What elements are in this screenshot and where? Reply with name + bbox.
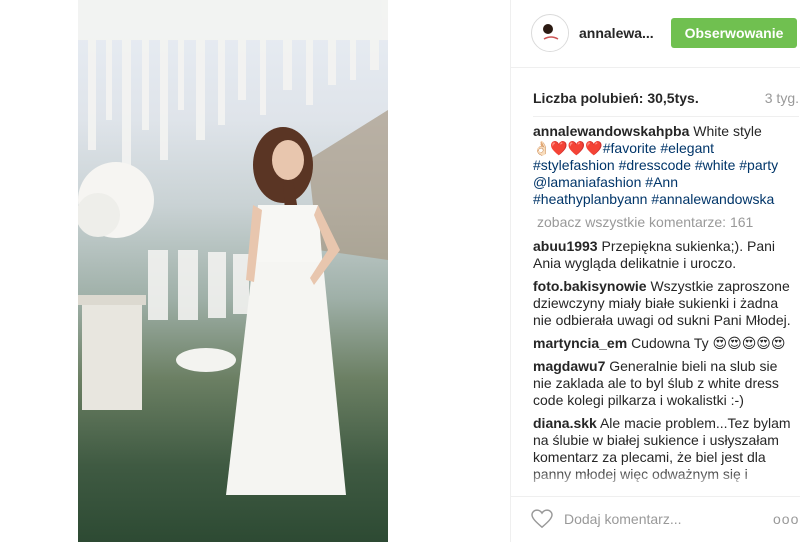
post-photo-illustration: [78, 0, 388, 495]
caption-emoji: 👌🏻❤️❤️❤️: [533, 140, 603, 156]
hashtag-link[interactable]: #favorite: [603, 140, 657, 156]
post-photo[interactable]: [78, 0, 388, 542]
heart-icon[interactable]: [531, 509, 553, 529]
see-all-comments-link[interactable]: zobacz wszystkie komentarze: 161: [537, 214, 793, 231]
comments-list: annalewandowskahpba White style 👌🏻❤️❤️❤️…: [533, 123, 793, 491]
post-username[interactable]: annalewa...: [579, 25, 654, 41]
comment-username[interactable]: magdawu7: [533, 358, 605, 374]
follow-button[interactable]: Obserwowanie: [671, 18, 797, 48]
likes-count[interactable]: 30,5tys.: [647, 90, 698, 106]
post-photo-pane: [0, 0, 510, 542]
comment-item: martyncia_em Cudowna Ty 😍😍😍😍😍: [533, 335, 793, 352]
hashtag-link[interactable]: #stylefashion: [533, 157, 615, 173]
comment-username[interactable]: abuu1993: [533, 238, 598, 254]
likes-row: Liczba polubień: 30,5tys. 3 tyg.: [533, 90, 800, 110]
comment-item: magdawu7 Generalnie bieli na slub sie ni…: [533, 358, 793, 409]
comment-username[interactable]: diana.skk: [533, 415, 597, 431]
hashtag-link[interactable]: #white: [695, 157, 735, 173]
comment-username[interactable]: martyncia_em: [533, 335, 627, 351]
hashtag-link[interactable]: #annalewandowska: [651, 191, 774, 207]
hashtag-link[interactable]: #party: [739, 157, 778, 173]
comment-item: foto.bakisynowie Wszystkie zaproszone dz…: [533, 278, 793, 329]
hashtag-link[interactable]: #heathyplanbyann: [533, 191, 647, 207]
hashtag-link[interactable]: #dresscode: [619, 157, 691, 173]
caption-text: White style: [693, 123, 762, 139]
comments-fade: [533, 469, 793, 491]
add-comment-input[interactable]: Dodaj komentarz...: [564, 511, 682, 527]
avatar[interactable]: [531, 14, 569, 52]
more-options-icon[interactable]: ooo: [773, 511, 799, 527]
mention-link[interactable]: @lamaniafashion: [533, 174, 641, 190]
caption-username[interactable]: annalewandowskahpba: [533, 123, 689, 139]
post-time[interactable]: 3 tyg.: [765, 90, 799, 106]
divider: [533, 116, 799, 117]
avatar-image: [533, 16, 568, 51]
likes-label: Liczba polubień:: [533, 90, 644, 106]
comment-text: Cudowna Ty 😍😍😍😍😍: [631, 335, 786, 351]
comment-item: abuu1993 Przepiękna sukienka;). Pani Ani…: [533, 238, 793, 272]
caption: annalewandowskahpba White style 👌🏻❤️❤️❤️…: [533, 123, 793, 208]
post-header: annalewa... Obserwowanie: [511, 0, 800, 68]
post-footer: Dodaj komentarz... ooo: [511, 496, 800, 542]
hashtag-link[interactable]: #elegant: [660, 140, 714, 156]
comment-username[interactable]: foto.bakisynowie: [533, 278, 647, 294]
post-details-panel: annalewa... Obserwowanie Liczba polubień…: [510, 0, 800, 542]
hashtag-link[interactable]: #Ann: [645, 174, 678, 190]
